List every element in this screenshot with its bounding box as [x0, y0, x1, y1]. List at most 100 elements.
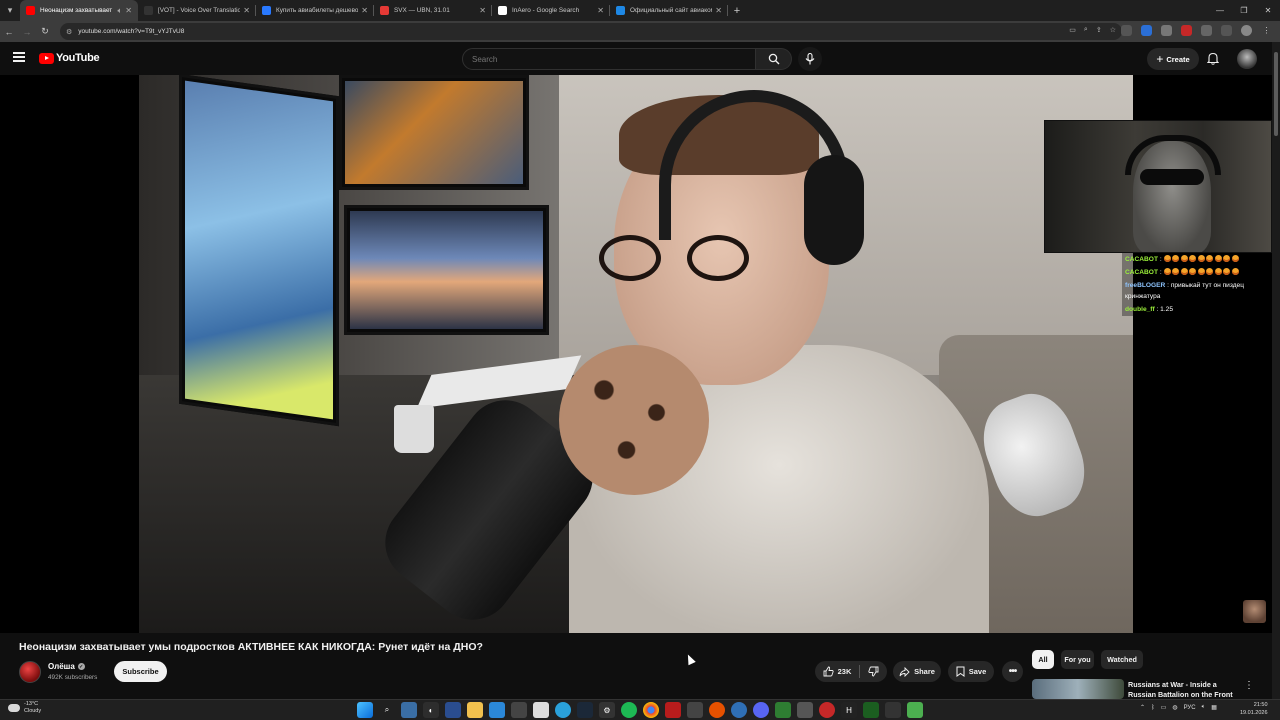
maximize-icon[interactable]: ❐	[1232, 0, 1256, 21]
volume-icon[interactable]: 🔈︎	[1202, 704, 1206, 711]
tab-close-icon[interactable]: ✕	[125, 6, 132, 15]
app-icon[interactable]	[797, 702, 813, 718]
channel-name-row[interactable]: Олёша ✓	[48, 662, 85, 671]
extension-icon[interactable]	[1121, 25, 1132, 36]
save-button[interactable]: Save	[948, 661, 994, 682]
file-explorer-icon[interactable]	[467, 702, 483, 718]
share-page-icon[interactable]: ⇪	[1096, 26, 1102, 34]
subscribe-button[interactable]: Subscribe	[114, 661, 167, 682]
filter-chip[interactable]: Watched	[1101, 650, 1143, 669]
browser-tab[interactable]: Купить авиабилеты дешево с ✕	[256, 0, 374, 21]
create-button[interactable]: + Create	[1147, 48, 1199, 70]
app-icon[interactable]	[665, 702, 681, 718]
filter-chip[interactable]: All	[1032, 650, 1054, 669]
chrome-icon[interactable]	[643, 702, 659, 718]
tab-close-icon[interactable]: ✕	[361, 6, 368, 15]
video-scene-glasses	[599, 235, 779, 285]
app-icon[interactable]	[885, 702, 901, 718]
app-icon[interactable]: ◐	[423, 702, 439, 718]
tab-close-icon[interactable]: ✕	[479, 6, 486, 15]
discord-icon[interactable]	[753, 702, 769, 718]
windows-start-icon[interactable]	[357, 702, 373, 718]
video-title: Неонацизм захватывает умы подростков АКТ…	[19, 641, 483, 653]
app-icon[interactable]	[511, 702, 527, 718]
tab-close-icon[interactable]: ✕	[597, 6, 604, 15]
guide-menu-icon[interactable]	[13, 52, 25, 62]
forward-icon[interactable]: →	[18, 27, 36, 37]
site-info-icon[interactable]: ⚙	[66, 28, 72, 36]
voice-search-button[interactable]	[798, 47, 822, 71]
url-field[interactable]: ⚙ youtube.com/watch?v=T9t_vYJTvU8 ▭ ⌕ ⇪ …	[60, 23, 1122, 40]
spotify-icon[interactable]	[621, 702, 637, 718]
reload-icon[interactable]: ↻	[36, 26, 54, 37]
sidebar-icon[interactable]	[1221, 25, 1232, 36]
app-icon[interactable]	[533, 702, 549, 718]
app-icon[interactable]	[775, 702, 791, 718]
youtube-logo[interactable]: YouTube	[39, 52, 100, 64]
dislike-icon[interactable]	[868, 666, 879, 677]
app-icon[interactable]	[731, 702, 747, 718]
new-tab-button[interactable]: +	[728, 0, 746, 21]
video-player[interactable]: CACABOT : CACABOT : freeBLOGER : привыка…	[0, 75, 1272, 633]
close-window-icon[interactable]: ✕	[1256, 0, 1280, 21]
language-indicator[interactable]: РУС	[1184, 705, 1196, 711]
recommendation-title[interactable]: Russians at War - Inside a Russian Batta…	[1128, 680, 1238, 700]
tab-search-icon[interactable]: ▾	[0, 0, 20, 21]
weather-widget[interactable]: -13°C Cloudy	[8, 701, 41, 715]
profile-icon[interactable]	[1241, 25, 1252, 36]
browser-menu-icon[interactable]: ⋮	[1261, 25, 1272, 36]
browser-tab[interactable]: InAero - Google Search ✕	[492, 0, 610, 21]
share-button[interactable]: Share	[893, 661, 941, 682]
browser-tab[interactable]: Официальный сайт авиакомп ✕	[610, 0, 728, 21]
tab-close-icon[interactable]: ✕	[243, 6, 250, 15]
taskbar-search-icon[interactable]: ⌕	[379, 702, 395, 718]
browser-tab[interactable]: Неонацизм захватывает умы🔈︎✕	[20, 0, 138, 21]
drive-icon[interactable]: ▭	[1161, 704, 1167, 711]
more-actions-button[interactable]: •••	[1002, 661, 1023, 682]
page-scrollbar[interactable]	[1272, 42, 1280, 699]
app-icon[interactable]	[819, 702, 835, 718]
extension-icon[interactable]	[1141, 25, 1152, 36]
extensions-puzzle-icon[interactable]	[1201, 25, 1212, 36]
filter-chip[interactable]: For you	[1061, 650, 1094, 669]
like-count[interactable]: 23K	[838, 667, 852, 676]
extension-icon[interactable]	[1181, 25, 1192, 36]
like-icon[interactable]	[823, 666, 834, 677]
notifications-bell-icon[interactable]	[1207, 52, 1219, 65]
recommendation-thumbnail[interactable]	[1032, 679, 1124, 699]
channel-name[interactable]: Олёша	[48, 662, 75, 671]
network-icon[interactable]: ▦	[1211, 704, 1217, 711]
tray-app-icon[interactable]: ◍	[1172, 704, 1177, 711]
page-scrollbar-thumb[interactable]	[1274, 52, 1278, 136]
browser-tab[interactable]: [VOT] - Voice Over Translation ✕	[138, 0, 256, 21]
app-icon[interactable]	[445, 702, 461, 718]
app-icon[interactable]: H	[841, 702, 857, 718]
app-icon[interactable]	[687, 702, 703, 718]
channel-avatar[interactable]	[19, 661, 41, 683]
app-icon[interactable]	[709, 702, 725, 718]
app-icon[interactable]	[863, 702, 879, 718]
laughing-emoji-icon	[1231, 268, 1239, 275]
tab-audio-icon[interactable]: 🔈︎	[117, 6, 122, 16]
minimize-icon[interactable]: —	[1208, 0, 1232, 21]
tab-close-icon[interactable]: ✕	[715, 6, 722, 15]
bluetooth-icon[interactable]: ᛒ	[1151, 705, 1155, 711]
steam-icon[interactable]	[577, 702, 593, 718]
extension-icon[interactable]	[1161, 25, 1172, 36]
recommendation-menu-icon[interactable]: ⋮	[1244, 680, 1254, 691]
zoom-icon[interactable]: ⌕	[1084, 26, 1088, 34]
tray-chevron-icon[interactable]: ⌃	[1140, 704, 1145, 711]
app-icon[interactable]	[489, 702, 505, 718]
account-avatar[interactable]	[1237, 49, 1257, 69]
task-view-icon[interactable]	[401, 702, 417, 718]
telegram-icon[interactable]	[555, 702, 571, 718]
browser-tab[interactable]: SVX — UBN, 31.01 ✕	[374, 0, 492, 21]
back-icon[interactable]: ←	[0, 27, 18, 37]
taskbar-clock[interactable]: 21:50 19.01.2026	[1240, 702, 1268, 717]
search-button[interactable]	[756, 48, 792, 70]
cast-icon[interactable]: ▭	[1069, 26, 1076, 34]
bookmark-star-icon[interactable]: ☆	[1110, 26, 1116, 34]
app-icon[interactable]: ⚙	[599, 702, 615, 718]
app-icon[interactable]	[907, 702, 923, 718]
search-input[interactable]	[472, 54, 755, 64]
